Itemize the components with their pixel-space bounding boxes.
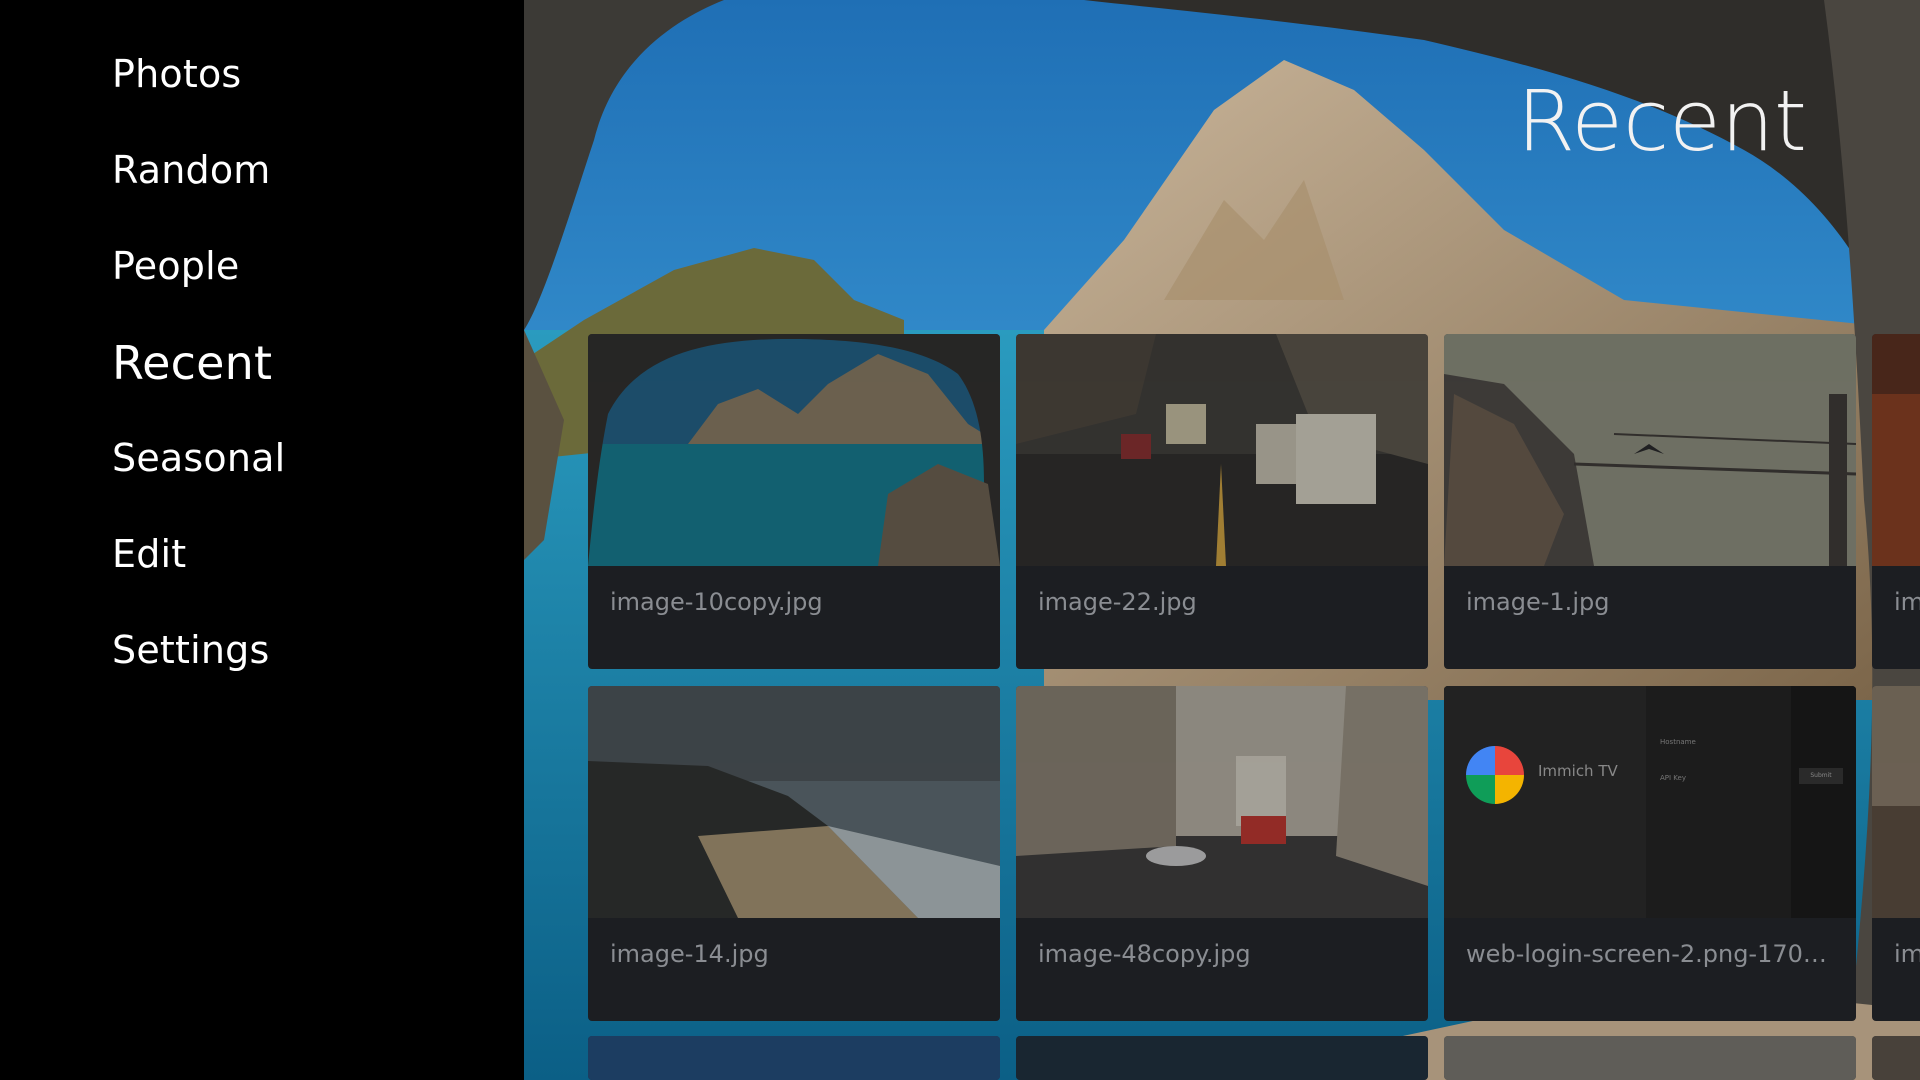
photo-thumbnail — [1872, 334, 1920, 566]
sidebar-item-photos[interactable]: Photos — [112, 52, 241, 96]
photo-card[interactable]: image-10copy.jpg — [588, 334, 1000, 669]
sidebar-item-people[interactable]: People — [112, 244, 239, 288]
photo-card[interactable] — [1444, 1036, 1856, 1080]
login-thumb-form: Hostname API Key — [1646, 686, 1791, 918]
photo-filename: im — [1894, 940, 1920, 968]
immich-logo-icon — [1466, 746, 1524, 804]
photo-card[interactable]: Immich TV Hostname API Key Submit web-lo… — [1444, 686, 1856, 1021]
photo-filename: web-login-screen-2.png-170575… — [1466, 940, 1836, 968]
photo-card[interactable]: image-14.jpg — [588, 686, 1000, 1021]
photo-thumbnail: Immich TV Hostname API Key Submit — [1444, 686, 1856, 918]
photo-thumbnail — [588, 334, 1000, 566]
page-title: Recent — [1516, 72, 1807, 170]
photo-card[interactable]: im — [1872, 686, 1920, 1021]
photo-filename: image-14.jpg — [610, 940, 769, 968]
login-thumb-right: Submit — [1791, 686, 1856, 918]
photo-thumbnail — [588, 686, 1000, 918]
sidebar-item-recent[interactable]: Recent — [112, 336, 272, 390]
photo-card[interactable]: image-1.jpg — [1444, 334, 1856, 669]
photo-filename: image-22.jpg — [1038, 588, 1197, 616]
photo-thumbnail — [1016, 334, 1428, 566]
photo-thumbnail — [1872, 1036, 1920, 1080]
photo-card[interactable] — [1872, 1036, 1920, 1080]
photo-thumbnail — [1444, 1036, 1856, 1080]
photo-card[interactable]: image-48copy.jpg — [1016, 686, 1428, 1021]
photo-filename: image-1.jpg — [1466, 588, 1610, 616]
photo-card[interactable] — [1016, 1036, 1428, 1080]
api-key-label: API Key — [1660, 774, 1686, 782]
photo-filename: image-10copy.jpg — [610, 588, 823, 616]
sidebar-item-edit[interactable]: Edit — [112, 532, 186, 576]
photo-card[interactable] — [588, 1036, 1000, 1080]
login-thumb-left: Immich TV — [1444, 686, 1646, 918]
sidebar-item-random[interactable]: Random — [112, 148, 271, 192]
photo-thumbnail — [1016, 686, 1428, 918]
photo-thumbnail — [1872, 686, 1920, 918]
photo-thumbnail — [1444, 334, 1856, 566]
photo-thumbnail — [1016, 1036, 1428, 1080]
photo-thumbnail — [588, 1036, 1000, 1080]
hostname-label: Hostname — [1660, 738, 1696, 746]
sidebar-nav: Photos Random People Recent Seasonal Edi… — [0, 0, 524, 1080]
sidebar-item-seasonal[interactable]: Seasonal — [112, 436, 285, 480]
login-app-name: Immich TV — [1538, 762, 1618, 780]
photo-card[interactable]: image-22.jpg — [1016, 334, 1428, 669]
login-submit-button: Submit — [1799, 768, 1843, 784]
photo-filename: image-48copy.jpg — [1038, 940, 1251, 968]
photo-card[interactable]: im — [1872, 334, 1920, 669]
photo-filename: im — [1894, 588, 1920, 616]
sidebar-item-settings[interactable]: Settings — [112, 628, 269, 672]
